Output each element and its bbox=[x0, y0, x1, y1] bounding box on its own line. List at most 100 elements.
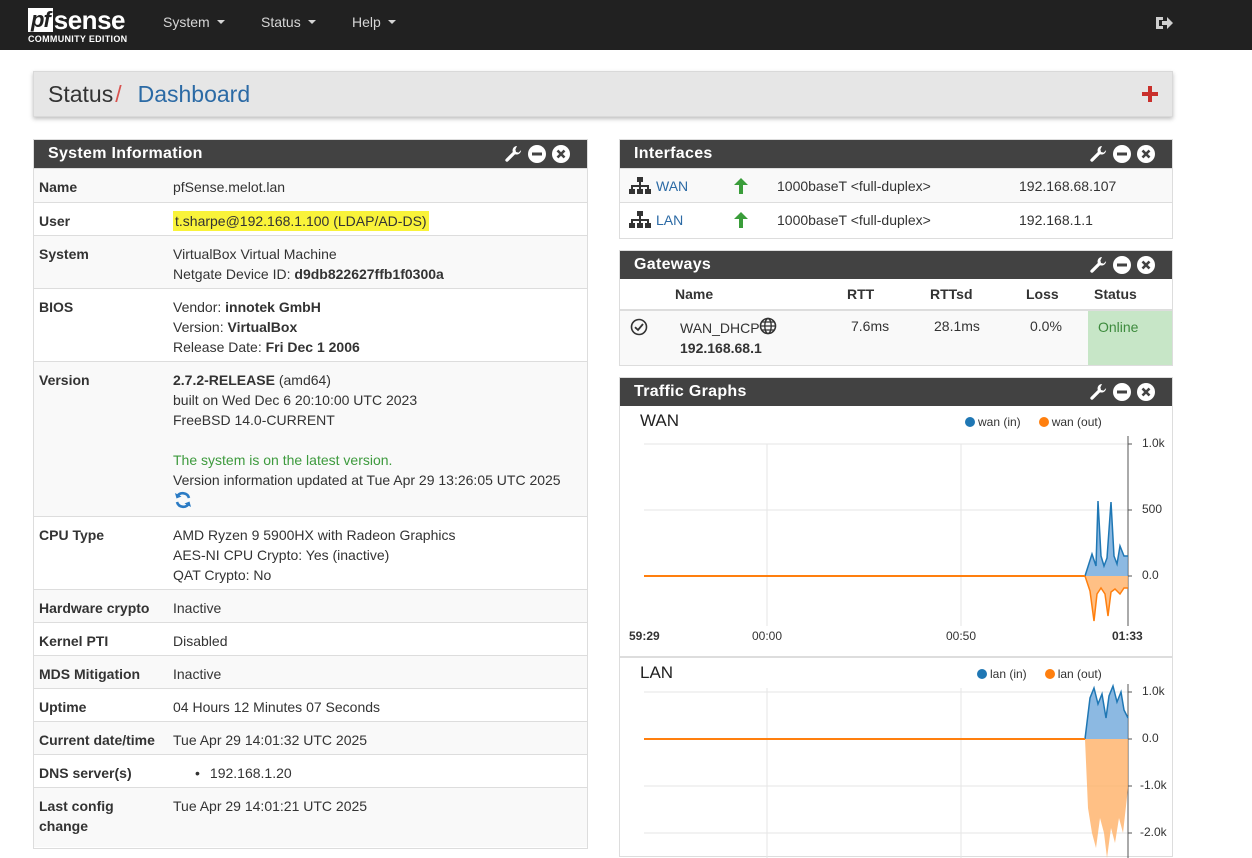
interface-ip: 192.168.68.107 bbox=[1019, 178, 1117, 194]
table-row: Version 2.7.2-RELEASE (amd64) built on W… bbox=[34, 361, 587, 516]
logo-pf: pf bbox=[28, 8, 53, 32]
refresh-icon[interactable] bbox=[173, 490, 193, 510]
bios-release-value: Fri Dec 1 2006 bbox=[265, 339, 360, 355]
add-widget-icon[interactable] bbox=[1140, 84, 1160, 104]
traffic-graphs-panel: Traffic Graphs WAN wan (in) wan (out) 1.… bbox=[619, 377, 1173, 858]
bullet: • bbox=[195, 765, 200, 781]
table-row: Last config change Tue Apr 29 14:01:21 U… bbox=[34, 787, 587, 847]
panel-header: Gateways bbox=[620, 251, 1172, 279]
gateways-panel: Gateways Name RTT RTTsd Loss Status WAN_… bbox=[619, 250, 1173, 366]
check-circle-icon bbox=[630, 318, 648, 336]
y-tick-label: -2.0k bbox=[1140, 825, 1167, 839]
globe-icon bbox=[759, 317, 777, 335]
table-row: LAN 1000baseT <full-duplex> 192.168.1.1 bbox=[620, 202, 1172, 236]
version-os: FreeBSD 14.0-CURRENT bbox=[173, 412, 335, 428]
column-header-loss: Loss bbox=[1026, 286, 1059, 302]
caret-down-icon bbox=[387, 20, 396, 24]
lan-graph-plot bbox=[644, 683, 1132, 858]
minimize-icon[interactable] bbox=[527, 144, 547, 164]
network-icon bbox=[629, 211, 651, 228]
system-information-panel: System Information Name pfSense.melot.la… bbox=[33, 139, 588, 849]
wan-traffic-graph: WAN wan (in) wan (out) 1.0k 500 0.0 59:2… bbox=[620, 406, 1172, 656]
menu-help-label: Help bbox=[352, 14, 381, 30]
pfsense-logo[interactable]: pf sense COMMUNITY EDITION bbox=[28, 5, 138, 47]
interface-link-lan[interactable]: LAN bbox=[656, 212, 683, 228]
table-row: CPU Type AMD Ryzen 9 5900HX with Radeon … bbox=[34, 516, 587, 589]
logout-icon[interactable] bbox=[1154, 13, 1174, 33]
panel-title: System Information bbox=[48, 145, 203, 162]
bios-release-label: Release Date: bbox=[173, 339, 266, 355]
row-label: Current date/time bbox=[39, 732, 155, 748]
bios-version-value: VirtualBox bbox=[227, 319, 298, 335]
menu-help[interactable]: Help bbox=[352, 14, 396, 30]
row-label: Uptime bbox=[39, 699, 87, 715]
wrench-icon[interactable] bbox=[1088, 144, 1108, 164]
mds-mitigation-value: Inactive bbox=[173, 666, 222, 682]
close-icon[interactable] bbox=[1136, 382, 1156, 402]
table-row: MDS Mitigation Inactive bbox=[34, 655, 587, 688]
table-row: WAN 1000baseT <full-duplex> 192.168.68.1… bbox=[620, 168, 1172, 202]
bios-version-label: Version: bbox=[173, 319, 228, 335]
table-row: Name pfSense.melot.lan bbox=[34, 168, 587, 202]
table-row: Kernel PTI Disabled bbox=[34, 622, 587, 655]
user-value-highlighted: t.sharpe@192.168.1.100 (LDAP/AD-DS) bbox=[173, 211, 429, 231]
close-icon[interactable] bbox=[1136, 144, 1156, 164]
breadcrumb-current[interactable]: Dashboard bbox=[138, 81, 251, 107]
bios-vendor-label: Vendor: bbox=[173, 299, 226, 315]
hostname-value: pfSense.melot.lan bbox=[173, 179, 286, 195]
lan-traffic-graph: LAN lan (in) lan (out) 1.0k 0.0 -1.0k -2… bbox=[620, 656, 1172, 858]
panel-header: System Information bbox=[34, 140, 587, 168]
wrench-icon[interactable] bbox=[1088, 255, 1108, 275]
version-updated: Version information updated at Tue Apr 2… bbox=[173, 472, 561, 488]
y-tick-label: 0.0 bbox=[1142, 731, 1159, 745]
minimize-icon[interactable] bbox=[1112, 144, 1132, 164]
wan-graph-plot bbox=[644, 436, 1132, 626]
breadcrumb: Status/ Dashboard bbox=[48, 81, 250, 108]
interface-media: 1000baseT <full-duplex> bbox=[777, 178, 931, 194]
close-icon[interactable] bbox=[1136, 255, 1156, 275]
column-header-status: Status bbox=[1094, 286, 1137, 302]
hardware-crypto-value: Inactive bbox=[173, 600, 222, 616]
column-header-rttsd: RTTsd bbox=[930, 286, 973, 302]
row-label: DNS server(s) bbox=[39, 765, 132, 781]
row-label: Kernel PTI bbox=[39, 633, 109, 649]
uptime-value: 04 Hours 12 Minutes 07 Seconds bbox=[173, 699, 381, 715]
menu-status[interactable]: Status bbox=[261, 14, 316, 30]
panel-title: Gateways bbox=[634, 256, 712, 273]
minimize-icon[interactable] bbox=[1112, 382, 1132, 402]
table-row: Uptime 04 Hours 12 Minutes 07 Seconds bbox=[34, 688, 587, 721]
interface-link-wan[interactable]: WAN bbox=[656, 178, 688, 194]
gateways-table-header: Name RTT RTTsd Loss Status bbox=[620, 279, 1172, 309]
row-label: Hardware crypto bbox=[39, 600, 150, 616]
breadcrumb-bar: Status/ Dashboard bbox=[33, 71, 1173, 117]
menu-system-label: System bbox=[163, 14, 210, 30]
x-tick-label: 01:33 bbox=[1112, 629, 1143, 643]
last-config-change-value: Tue Apr 29 14:01:21 UTC 2025 bbox=[173, 798, 368, 814]
row-label: Version bbox=[39, 372, 90, 388]
row-label: BIOS bbox=[39, 299, 74, 315]
menu-system[interactable]: System bbox=[163, 14, 225, 30]
device-id-value: d9db822627ffb1f0300a bbox=[294, 266, 444, 282]
status-up-arrow-icon bbox=[734, 212, 748, 228]
version-built: built on Wed Dec 6 20:10:00 UTC 2023 bbox=[173, 392, 418, 408]
cpu-qat: QAT Crypto: No bbox=[173, 567, 272, 583]
table-row: User t.sharpe@192.168.1.100 (LDAP/AD-DS) bbox=[34, 202, 587, 235]
row-label: User bbox=[39, 213, 71, 229]
y-tick-label: 1.0k bbox=[1142, 684, 1165, 698]
wrench-icon[interactable] bbox=[503, 144, 523, 164]
table-row: System VirtualBox Virtual Machine Netgat… bbox=[34, 235, 587, 288]
kernel-pti-value: Disabled bbox=[173, 633, 228, 649]
column-header-name: Name bbox=[675, 286, 714, 302]
close-icon[interactable] bbox=[551, 144, 571, 164]
table-row: Current date/time Tue Apr 29 14:01:32 UT… bbox=[34, 721, 587, 754]
x-tick-label: 00:00 bbox=[752, 629, 783, 643]
wrench-icon[interactable] bbox=[1088, 382, 1108, 402]
breadcrumb-parent[interactable]: Status bbox=[48, 81, 113, 107]
minimize-icon[interactable] bbox=[1112, 255, 1132, 275]
row-label: CPU Type bbox=[39, 527, 105, 543]
cpu-model: AMD Ryzen 9 5900HX with Radeon Graphics bbox=[173, 527, 456, 543]
gateway-name: WAN_DHCP bbox=[680, 320, 760, 336]
logo-sense: sense bbox=[53, 5, 126, 35]
status-up-arrow-icon bbox=[734, 178, 748, 194]
dns-server-item: 192.168.1.20 bbox=[209, 765, 292, 781]
